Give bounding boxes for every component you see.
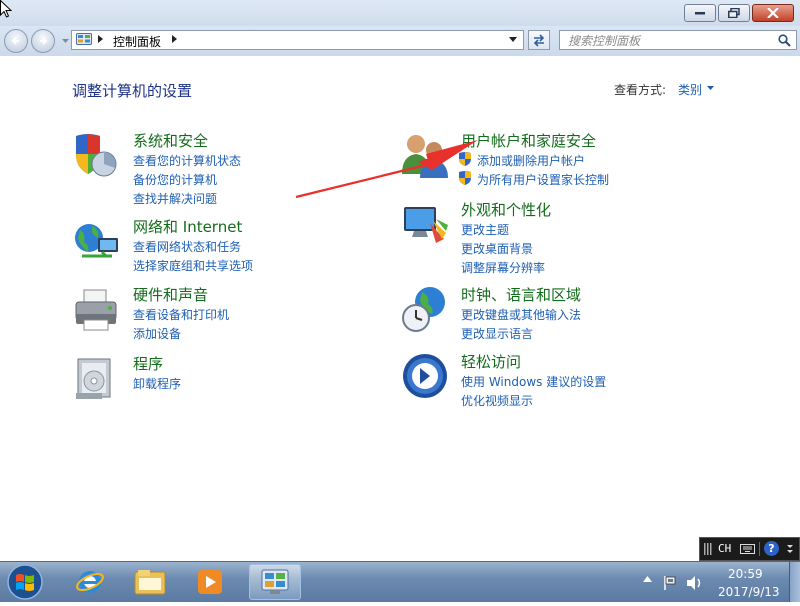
taskbar: 20:59 2017/9/13 bbox=[0, 561, 800, 602]
taskbar-explorer[interactable] bbox=[124, 564, 176, 600]
clock-time[interactable]: 20:59 bbox=[728, 567, 763, 581]
control-panel-icon bbox=[261, 569, 289, 594]
clock-date[interactable]: 2017/9/13 bbox=[718, 585, 780, 599]
input-language-indicator[interactable]: CH bbox=[718, 542, 731, 555]
mouse-cursor-icon bbox=[0, 0, 12, 18]
action-center-flag-icon[interactable] bbox=[662, 575, 678, 591]
separator bbox=[759, 542, 760, 556]
annotation-arrow-icon bbox=[295, 140, 478, 199]
language-bar: CH ? bbox=[699, 537, 800, 561]
grip-icon[interactable] bbox=[703, 543, 713, 555]
taskbar-control-panel[interactable] bbox=[249, 564, 301, 600]
taskbar-media-player[interactable] bbox=[184, 564, 236, 600]
keyboard-icon[interactable] bbox=[740, 544, 755, 554]
windows-logo-icon bbox=[7, 564, 43, 600]
volume-icon[interactable] bbox=[686, 575, 704, 591]
internet-explorer-icon bbox=[76, 571, 104, 593]
system-tray: 20:59 2017/9/13 bbox=[636, 562, 800, 602]
start-button[interactable] bbox=[4, 563, 46, 603]
show-hidden-icons-icon[interactable] bbox=[643, 576, 652, 582]
options-chevron-icon[interactable] bbox=[786, 543, 794, 555]
media-player-icon bbox=[198, 570, 222, 594]
taskbar-ie[interactable] bbox=[64, 564, 116, 600]
help-button[interactable]: ? bbox=[764, 541, 779, 556]
folder-icon bbox=[134, 570, 166, 595]
show-desktop-button[interactable] bbox=[789, 562, 800, 602]
